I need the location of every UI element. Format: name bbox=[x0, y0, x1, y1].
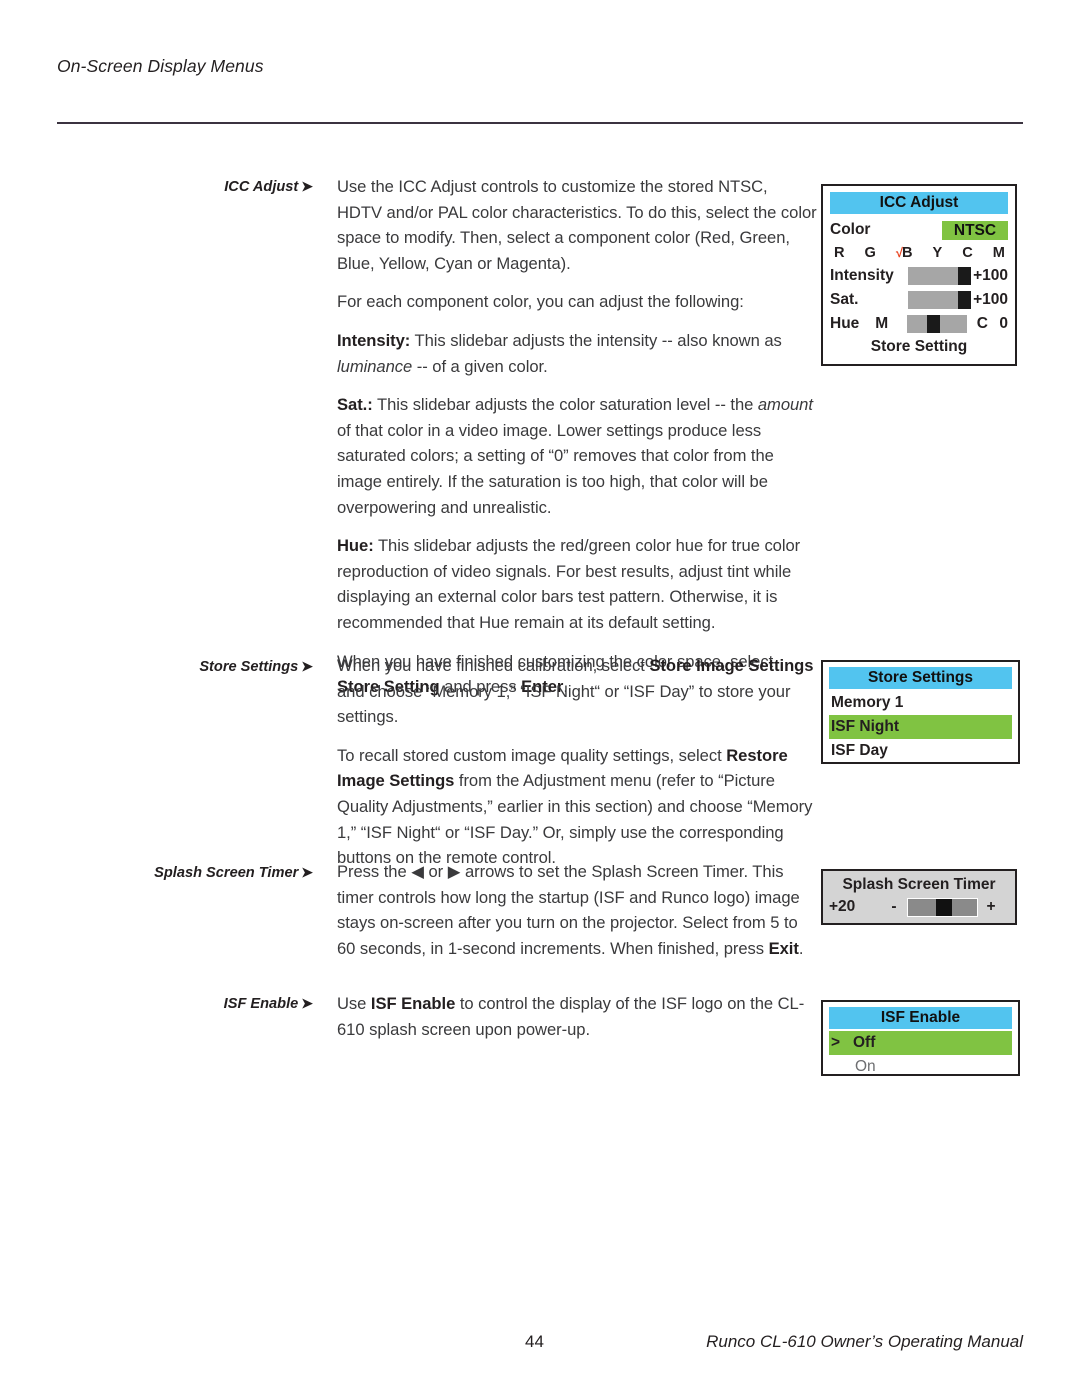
osd-slider-splash-timer[interactable] bbox=[907, 897, 978, 917]
paragraph: Use ISF Enable to control the display of… bbox=[337, 994, 805, 1039]
footer-page-number: 44 bbox=[525, 1332, 544, 1351]
component-m[interactable]: M bbox=[993, 245, 1005, 261]
slider-thumb[interactable] bbox=[958, 291, 972, 309]
section-label-store-settings: Store Settings ➤ bbox=[73, 658, 313, 675]
osd-slider-intensity[interactable] bbox=[908, 267, 972, 285]
osd-slider-sat[interactable] bbox=[908, 291, 972, 309]
osd-label-intensity: Intensity bbox=[830, 267, 894, 284]
osd-row-sat[interactable]: Sat. +100 bbox=[830, 288, 1008, 312]
section-label-splash-screen-timer: Splash Screen Timer ➤ bbox=[73, 864, 313, 881]
section-label-text: Store Settings bbox=[199, 659, 299, 675]
paragraph: Use the ICC Adjust controls to customize… bbox=[337, 177, 817, 273]
arrow-icon: ➤ bbox=[301, 658, 313, 674]
osd-item-isf-night[interactable]: ISF Night bbox=[829, 715, 1012, 739]
osd-title-icc-adjust: ICC Adjust bbox=[830, 192, 1008, 214]
arrow-icon: ➤ bbox=[301, 995, 313, 1011]
osd-label-color: Color bbox=[830, 221, 871, 238]
osd-value-intensity: +100 bbox=[973, 267, 1008, 284]
component-r[interactable]: R bbox=[834, 245, 845, 261]
header-divider bbox=[57, 122, 1023, 124]
osd-panel-icc-adjust: ICC Adjust Color NTSC R G √B Y C M Inten… bbox=[821, 184, 1017, 366]
paragraph: For each component color, you can adjust… bbox=[337, 292, 744, 312]
component-g[interactable]: G bbox=[865, 245, 876, 261]
osd-title-store-settings: Store Settings bbox=[829, 667, 1012, 689]
section-body-store-settings: When you have finished calibration, sele… bbox=[337, 653, 817, 871]
arrow-icon: ➤ bbox=[301, 178, 313, 194]
paragraph: To recall stored custom image quality se… bbox=[337, 745, 813, 868]
osd-item-memory-1[interactable]: Memory 1 bbox=[829, 691, 1012, 715]
osd-row-splash-timer[interactable]: +20 - + bbox=[829, 895, 1009, 919]
osd-title-isf-enable: ISF Enable bbox=[829, 1007, 1012, 1029]
osd-item-off-label: Off bbox=[853, 1034, 876, 1051]
slider-thumb[interactable] bbox=[936, 898, 952, 916]
paragraph: Press the ◀ or ▶ arrows to set the Splas… bbox=[337, 862, 804, 958]
osd-value-splash-timer: +20 bbox=[829, 898, 856, 915]
section-label-isf-enable: ISF Enable ➤ bbox=[73, 995, 313, 1012]
osd-value-color-space[interactable]: NTSC bbox=[942, 220, 1008, 240]
osd-title-splash-screen-timer: Splash Screen Timer bbox=[842, 876, 996, 893]
section-body-splash-screen-timer: Press the ◀ or ▶ arrows to set the Splas… bbox=[337, 859, 817, 961]
osd-value-hue: 0 bbox=[999, 315, 1008, 332]
osd-value-sat: +100 bbox=[973, 291, 1008, 308]
component-y[interactable]: Y bbox=[933, 245, 943, 261]
slider-thumb[interactable] bbox=[927, 315, 941, 333]
osd-panel-splash-screen-timer: Splash Screen Timer +20 - + bbox=[821, 869, 1017, 925]
paragraph: When you have finished calibration, sele… bbox=[337, 656, 814, 727]
footer-manual-title: Runco CL-610 Owner’s Operating Manual bbox=[706, 1332, 1023, 1351]
osd-item-store-setting[interactable]: Store Setting bbox=[830, 336, 1008, 357]
osd-row-hue[interactable]: Hue M C 0 bbox=[830, 312, 1008, 336]
osd-panel-store-settings: Store Settings Memory 1 ISF Night ISF Da… bbox=[821, 660, 1020, 764]
section-label-text: ICC Adjust bbox=[224, 179, 299, 195]
osd-label-hue: Hue bbox=[830, 315, 860, 332]
osd-decrement-button[interactable]: - bbox=[881, 898, 907, 916]
osd-item-isf-day[interactable]: ISF Day bbox=[829, 739, 1012, 763]
section-body-icc-adjust: Use the ICC Adjust controls to customize… bbox=[337, 174, 817, 700]
osd-slider-hue[interactable] bbox=[907, 315, 967, 333]
component-b-selected[interactable]: √B bbox=[896, 245, 913, 261]
osd-panel-isf-enable: ISF Enable > Off On bbox=[821, 1000, 1020, 1076]
page-footer: 44 Runco CL-610 Owner’s Operating Manual bbox=[0, 1332, 1080, 1362]
osd-row-color[interactable]: Color NTSC bbox=[830, 218, 1008, 242]
osd-item-on[interactable]: On bbox=[829, 1055, 1012, 1079]
slider-thumb[interactable] bbox=[958, 267, 972, 285]
paragraph: Intensity: This slidebar adjusts the int… bbox=[337, 330, 782, 376]
component-b-label: B bbox=[902, 245, 913, 261]
osd-hue-right-label: C bbox=[976, 315, 988, 332]
paragraph: Sat.: This slidebar adjusts the color sa… bbox=[337, 395, 813, 517]
component-c[interactable]: C bbox=[962, 245, 973, 261]
selection-caret-icon: > bbox=[831, 1034, 841, 1051]
paragraph: Hue: This slidebar adjusts the red/green… bbox=[337, 536, 801, 632]
osd-hue-left-label: M bbox=[875, 315, 889, 332]
arrow-icon: ➤ bbox=[301, 864, 313, 880]
page-header: On-Screen Display Menus bbox=[57, 56, 1023, 77]
osd-increment-button[interactable]: + bbox=[978, 898, 1004, 916]
osd-label-sat: Sat. bbox=[830, 291, 859, 308]
osd-item-off[interactable]: > Off bbox=[829, 1031, 1012, 1055]
page-title: On-Screen Display Menus bbox=[57, 56, 264, 76]
section-body-isf-enable: Use ISF Enable to control the display of… bbox=[337, 991, 817, 1042]
osd-row-intensity[interactable]: Intensity +100 bbox=[830, 264, 1008, 288]
section-label-text: ISF Enable bbox=[223, 996, 299, 1012]
osd-row-components[interactable]: R G √B Y C M bbox=[830, 242, 1008, 264]
section-label-text: Splash Screen Timer bbox=[154, 865, 299, 881]
section-label-icc-adjust: ICC Adjust ➤ bbox=[73, 178, 313, 195]
